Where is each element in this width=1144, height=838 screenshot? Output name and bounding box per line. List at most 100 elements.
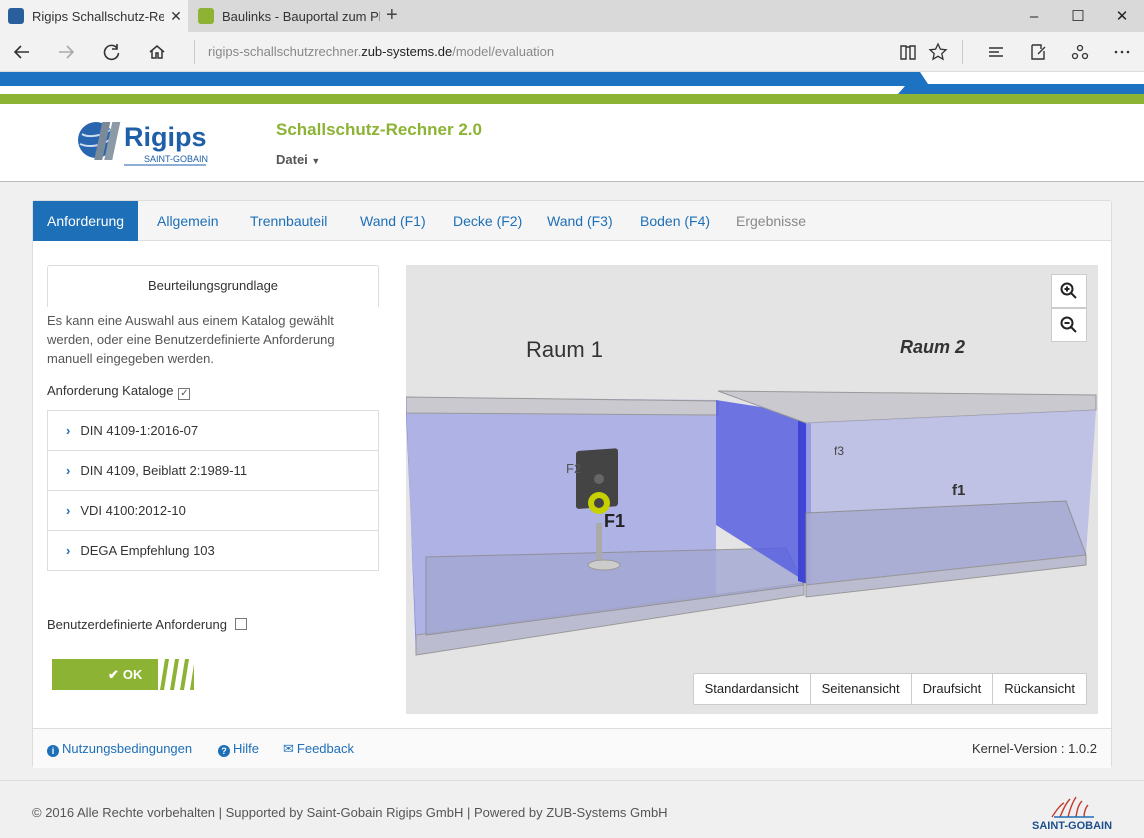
- help-link-label: Hilfe: [233, 741, 260, 756]
- custom-requirement-label: Benutzerdefinierte Anforderung: [47, 617, 227, 632]
- back-arrow-icon[interactable]: [0, 32, 44, 72]
- main-panel: Anforderung Allgemein Trennbauteil Wand …: [32, 200, 1112, 768]
- panel-footer: i Nutzungsbedingungen ? Hilfe ✉ Feedback Ke…: [33, 728, 1111, 768]
- browser-tab-rigips[interactable]: Rigips Schallschutz-Rec ✕: [0, 0, 188, 32]
- close-window-button[interactable]: ✕: [1100, 0, 1144, 32]
- saint-gobain-text: SAINT-GOBAIN: [1032, 820, 1112, 832]
- tab-allgemein[interactable]: Allgemein: [143, 201, 232, 241]
- help-link[interactable]: ? Hilfe: [218, 741, 259, 757]
- katalog-label: Anforderung Kataloge: [47, 383, 174, 398]
- favorite-star-icon[interactable]: [916, 32, 960, 72]
- catalog-item-label: DIN 4109, Beiblatt 2:1989-11: [80, 463, 248, 478]
- catalog-item[interactable]: › DIN 4109-1:2016-07: [47, 410, 379, 451]
- logo-text: Rigips: [124, 122, 207, 152]
- rigips-logo[interactable]: Rigips SAINT-GOBAIN: [76, 114, 211, 172]
- url-domain: zub-systems.de: [361, 44, 453, 59]
- feedback-link-label: Feedback: [296, 741, 354, 756]
- zoom-in-button[interactable]: [1051, 274, 1087, 308]
- room1-label: Raum 1: [526, 337, 603, 362]
- toolbar-separator: [962, 40, 963, 64]
- saint-gobain-logo[interactable]: SAINT-GOBAIN: [1030, 793, 1116, 833]
- room2-label: Raum 2: [900, 337, 965, 357]
- url-field[interactable]: rigips-schallschutzrechner.zub-systems.d…: [208, 44, 554, 59]
- envelope-icon: ✉: [283, 741, 294, 756]
- back-view-button[interactable]: Rückansicht: [992, 674, 1086, 704]
- datei-menu[interactable]: Datei ▼: [276, 152, 320, 167]
- f1-left-label: F1: [604, 511, 625, 531]
- catalog-item[interactable]: › VDI 4100:2012-10: [47, 490, 379, 531]
- f3-label: f3: [834, 444, 844, 458]
- baulinks-favicon-icon: [198, 8, 214, 24]
- more-options-icon[interactable]: [1100, 32, 1144, 72]
- logo-subtext: SAINT-GOBAIN: [144, 154, 208, 164]
- url-prefix: rigips-schallschutzrechner.: [208, 44, 362, 59]
- kernel-version: Kernel-Version : 1.0.2: [971, 741, 1097, 756]
- ok-stripes-decoration: [158, 659, 194, 690]
- tab-anforderung[interactable]: Anforderung: [33, 201, 139, 241]
- zoom-out-icon: [1060, 316, 1077, 333]
- room-3d-viewer[interactable]: Raum 1 Raum 2 F1 F2 f3 f1 Standardansich…: [406, 265, 1098, 714]
- chevron-right-icon: ›: [66, 423, 71, 438]
- catalog-list: › DIN 4109-1:2016-07 › DIN 4109, Beiblatt …: [47, 410, 379, 571]
- share-icon[interactable]: [1058, 32, 1102, 72]
- description-text: Es kann eine Auswahl aus einem Katalog g…: [47, 313, 335, 366]
- zoom-out-button[interactable]: [1051, 308, 1087, 342]
- ok-button[interactable]: ✔ OK: [52, 659, 194, 690]
- home-icon[interactable]: [135, 32, 179, 72]
- standard-view-button[interactable]: Standardansicht: [694, 674, 810, 704]
- catalog-item[interactable]: › DEGA Empfehlung 103: [47, 530, 379, 571]
- app-header: Rigips SAINT-GOBAIN Schallschutz-Rechner…: [0, 104, 1144, 182]
- custom-requirement-row[interactable]: Benutzerdefinierte Anforderung: [47, 617, 247, 632]
- catalog-item-label: DEGA Empfehlung 103: [80, 543, 215, 558]
- chevron-right-icon: ›: [66, 503, 71, 518]
- question-icon: ?: [218, 745, 230, 757]
- tab-wand-f3[interactable]: Wand (F3): [533, 201, 627, 241]
- side-view-button[interactable]: Seitenansicht: [809, 674, 911, 704]
- browser-tab-strip: Rigips Schallschutz-Rec ✕ Baulinks - Bau…: [0, 0, 1144, 32]
- zoom-in-icon: [1060, 282, 1077, 299]
- custom-requirement-checkbox[interactable]: [234, 618, 247, 630]
- top-view-button[interactable]: Draufsicht: [910, 674, 993, 704]
- katalog-checkbox-row[interactable]: Anforderung Kataloge ✓: [47, 383, 191, 400]
- tab-boden-f4[interactable]: Boden (F4): [626, 201, 724, 241]
- datei-menu-label: Datei: [276, 152, 308, 167]
- terms-link[interactable]: i Nutzungsbedingungen: [47, 741, 192, 757]
- close-tab-icon[interactable]: ✕: [164, 8, 188, 25]
- catalog-item-label: VDI 4100:2012-10: [80, 503, 186, 518]
- info-icon: i: [47, 745, 59, 757]
- refresh-icon[interactable]: [90, 32, 134, 72]
- tab-wand-f1[interactable]: Wand (F1): [346, 201, 440, 241]
- caret-down-icon: ▼: [311, 156, 321, 166]
- hub-icon[interactable]: [974, 32, 1018, 72]
- browser-tab-baulinks[interactable]: Baulinks - Bauportal zum Pl: [190, 0, 380, 32]
- browser-tab-title: Rigips Schallschutz-Rec: [32, 8, 164, 24]
- address-bar: rigips-schallschutzrechner.zub-systems.d…: [0, 32, 1144, 72]
- tab-trennbauteil[interactable]: Trennbauteil: [236, 201, 341, 241]
- check-icon: ✔: [108, 666, 119, 682]
- section-title: Beurteilungsgrundlage: [47, 265, 379, 307]
- feedback-link[interactable]: ✉ Feedback: [283, 741, 354, 757]
- catalog-item-label: DIN 4109-1:2016-07: [80, 423, 199, 438]
- chevron-right-icon: ›: [66, 543, 71, 558]
- f2-label: F2: [566, 461, 581, 476]
- nav-tabs: Anforderung Allgemein Trennbauteil Wand …: [33, 201, 1111, 241]
- web-note-icon[interactable]: [1016, 32, 1060, 72]
- address-separator: [194, 40, 195, 64]
- app-title: Schallschutz-Rechner 2.0: [276, 120, 482, 139]
- ok-label: OK: [122, 667, 143, 682]
- catalog-item[interactable]: › DIN 4109, Beiblatt 2:1989-11: [47, 450, 379, 491]
- url-path: /model/evaluation: [452, 44, 555, 59]
- page-footer: © 2016 Alle Rechte vorbehalten | Support…: [0, 780, 1144, 838]
- browser-tab-title: Baulinks - Bauportal zum Pl: [222, 8, 380, 24]
- katalog-checkbox[interactable]: ✓: [178, 388, 191, 400]
- tab-ergebnisse[interactable]: Ergebnisse: [722, 201, 820, 241]
- tab-decke-f2[interactable]: Decke (F2): [439, 201, 536, 241]
- copyright-text: © 2016 Alle Rechte vorbehalten | Support…: [32, 805, 668, 820]
- view-buttons: Standardansicht Seitenansicht Draufsicht…: [692, 673, 1087, 705]
- f1-right-label: f1: [952, 482, 965, 499]
- chevron-right-icon: ›: [66, 463, 71, 478]
- maximize-button[interactable]: ☐: [1056, 0, 1100, 32]
- minimize-button[interactable]: –: [1012, 0, 1056, 32]
- forward-arrow-icon[interactable]: [44, 32, 88, 72]
- new-tab-button[interactable]: +: [386, 4, 398, 27]
